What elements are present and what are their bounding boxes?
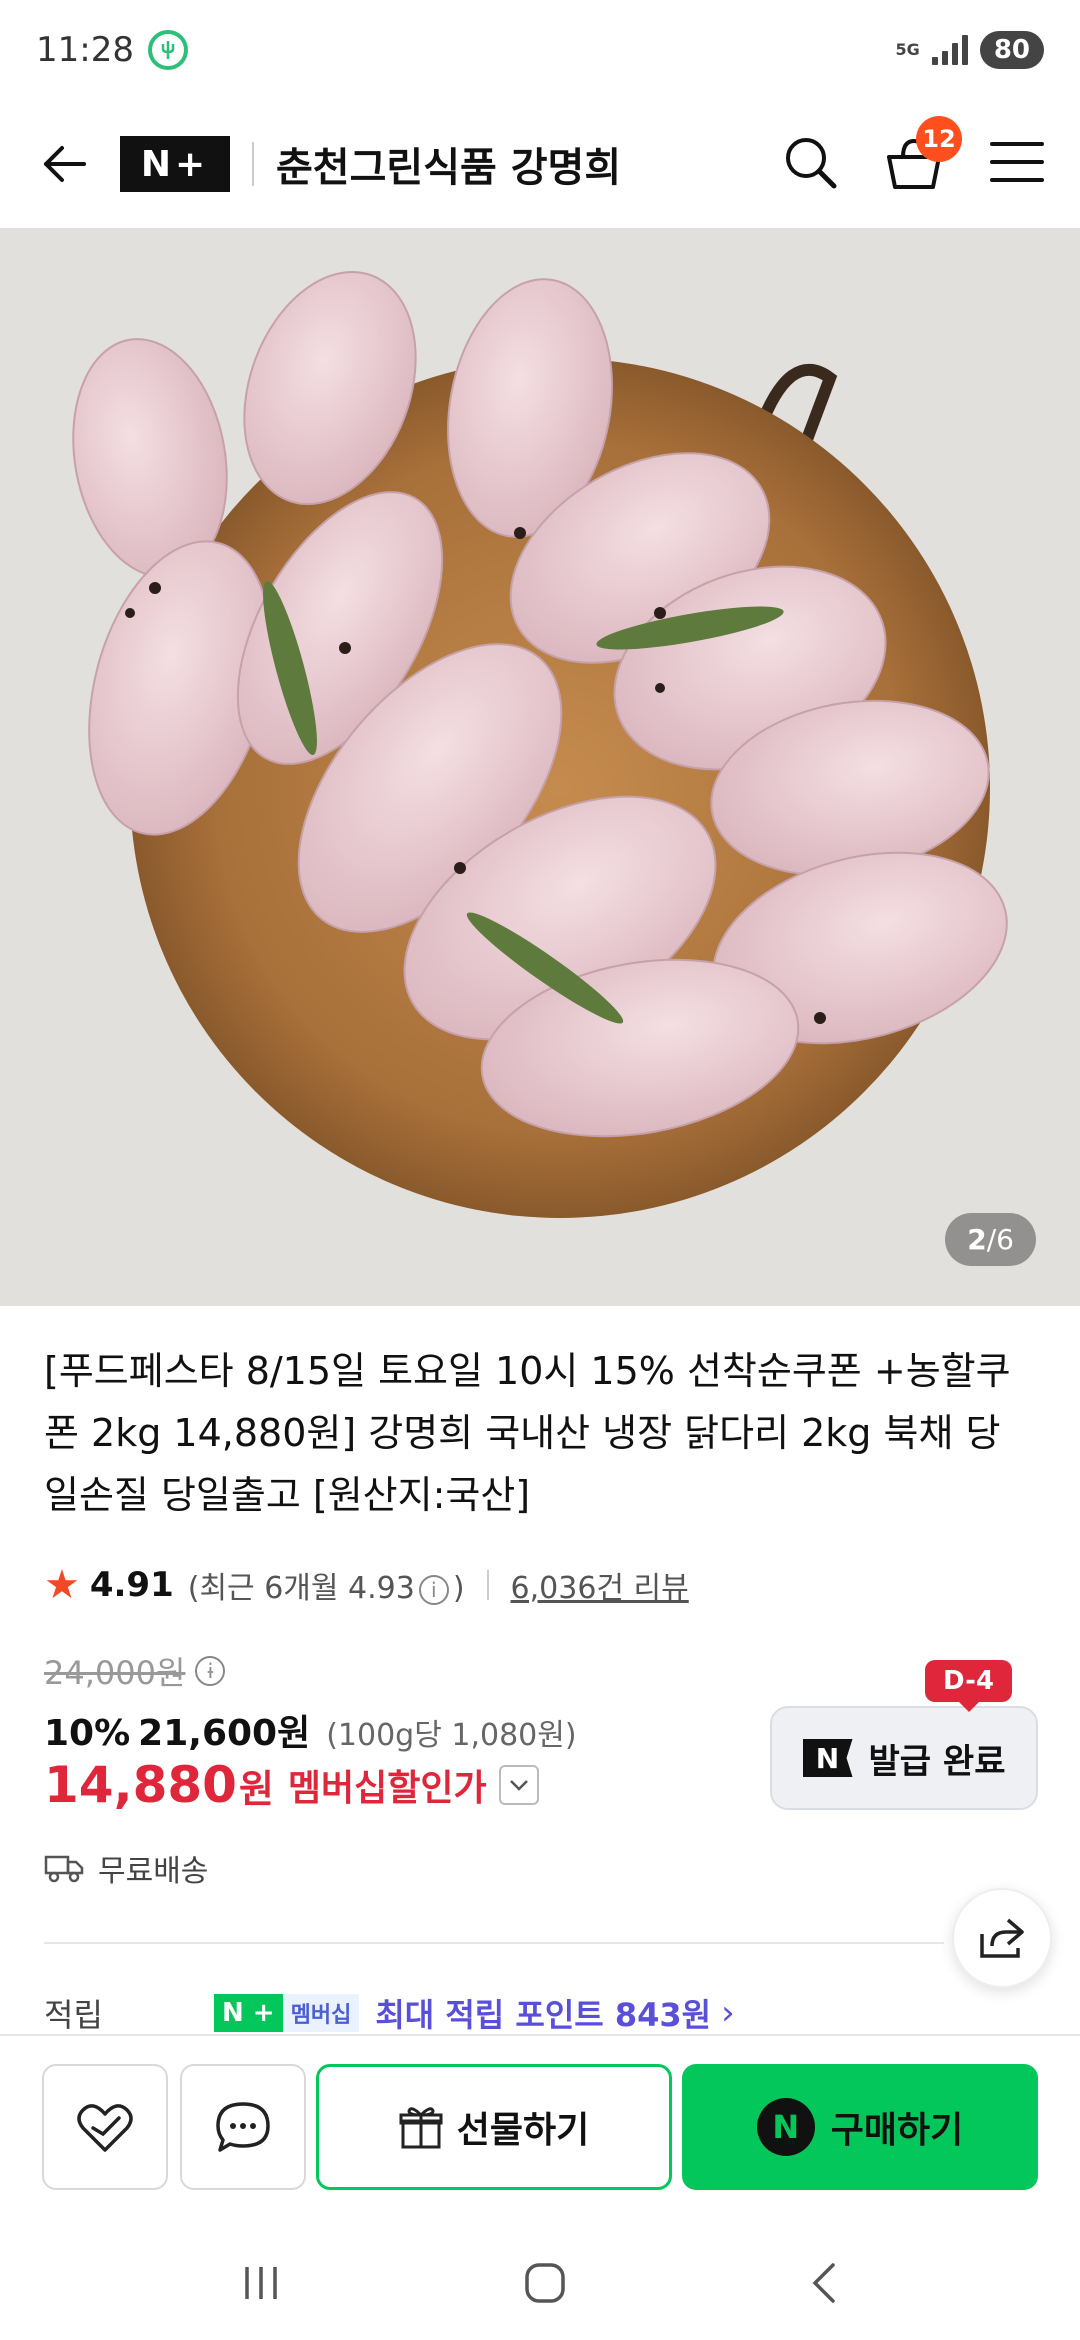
home-icon[interactable] — [523, 2261, 567, 2309]
status-indicators: 5G 80 — [896, 31, 1044, 69]
member-price-label: 멤버십할인가 — [287, 1768, 487, 1809]
chevron-right-icon: › — [721, 1993, 735, 2033]
header-actions: 12 — [782, 116, 1044, 196]
rating-divider — [486, 1570, 489, 1600]
image-counter-total: 6 — [996, 1223, 1014, 1256]
back-arrow-icon[interactable] — [36, 136, 92, 192]
review-count-link[interactable]: 6,036건 리뷰 — [511, 1563, 689, 1607]
gift-button-label: 선물하기 — [456, 2110, 590, 2151]
product-title: [푸드페스타 8/15일 토요일 10시 15% 선착순쿠폰 +농할쿠폰 2kg… — [44, 1349, 1011, 1517]
status-bar: 11:28 5G 80 — [0, 0, 1080, 100]
heart-check-icon — [77, 2104, 133, 2152]
battery-icon: 80 — [979, 31, 1044, 69]
original-price-row: 24,000원 i — [44, 1648, 229, 1694]
bottom-action-bar: 선물하기 N 구매하기 — [0, 2034, 1080, 2230]
star-icon: ★ — [44, 1562, 80, 1608]
gift-button[interactable]: 선물하기 — [316, 2064, 672, 2190]
discount-row: 10% 21,600원 (100g당 1,080원) — [44, 1704, 577, 1756]
image-counter-current: 2 — [967, 1223, 987, 1256]
price-info-icon[interactable]: i — [195, 1656, 226, 1686]
truck-icon — [44, 1855, 84, 1883]
store-name[interactable]: 춘천그린식품 강명희 — [276, 135, 621, 193]
nplus-membership-badge: N + 멤버십 — [214, 1994, 360, 2032]
system-nav-bar — [0, 2230, 1080, 2340]
shipping-label: 무료배송 — [98, 1854, 209, 1889]
info-icon[interactable]: i — [418, 1574, 449, 1605]
menu-icon[interactable] — [990, 140, 1044, 188]
search-icon[interactable] — [782, 134, 838, 194]
original-price: 24,000원 — [44, 1654, 186, 1692]
max-points-text: 최대 적립 포인트 843원 — [375, 1996, 712, 2034]
recent-rating-close: ) — [452, 1571, 465, 1606]
coupon-label: 발급 완료 — [868, 1741, 1006, 1782]
coupon-issued-button[interactable]: D-4 N 발급 완료 — [770, 1660, 1038, 1810]
member-price: 14,880 — [44, 1756, 237, 1814]
naver-coupon-icon: N — [802, 1739, 853, 1777]
nav-back-icon[interactable] — [809, 2261, 839, 2309]
dday-badge: D-4 — [925, 1660, 1012, 1712]
talk-button[interactable] — [180, 2064, 306, 2190]
gift-icon — [399, 2107, 443, 2149]
discount-rate: 10% — [44, 1713, 131, 1754]
share-icon — [980, 1918, 1024, 1958]
cart-count-badge: 12 — [916, 116, 962, 162]
nplus-store-logo[interactable]: N+ — [120, 136, 230, 192]
like-button[interactable] — [42, 2064, 168, 2190]
recent-rating-text: (최근 6개월 4.93 — [187, 1571, 415, 1606]
status-time: 11:28 — [36, 30, 134, 70]
buy-button[interactable]: N 구매하기 — [682, 2064, 1038, 2190]
recent-rating: (최근 6개월 4.93 i) — [188, 1563, 465, 1607]
member-price-row: 14,880 원 멤버십할인가 — [44, 1756, 539, 1814]
cart-button[interactable]: 12 — [882, 116, 962, 196]
chevron-down-icon[interactable] — [498, 1765, 539, 1805]
product-photo — [0, 228, 1080, 1306]
buy-button-label: 구매하기 — [830, 2110, 964, 2151]
points-label: 적립 — [44, 1996, 103, 2034]
network-type: 5G — [895, 40, 920, 59]
section-divider — [44, 1942, 944, 1944]
discount-price: 21,600원 — [138, 1713, 311, 1754]
chat-bubble-icon — [216, 2102, 270, 2152]
member-price-unit: 원 — [238, 1766, 274, 1811]
points-row[interactable]: 적립 N + 멤버십 최대 적립 포인트 843원 › — [44, 1990, 1044, 2036]
rating-score: 4.91 — [89, 1565, 174, 1605]
unit-price: (100g당 1,080원) — [326, 1718, 577, 1753]
rating-row: ★ 4.91 (최근 6개월 4.93 i) 6,036건 리뷰 — [44, 1562, 689, 1608]
recent-apps-icon[interactable] — [241, 2263, 281, 2307]
header-divider — [252, 142, 254, 186]
top-header: N+ 춘천그린식품 강명희 12 — [0, 100, 1080, 228]
signal-icon — [931, 35, 968, 65]
image-counter: 2/6 — [945, 1213, 1036, 1266]
product-image-carousel[interactable]: 2/6 — [0, 228, 1080, 1306]
shipping-row: 무료배송 — [44, 1846, 208, 1890]
share-button[interactable] — [952, 1888, 1052, 1988]
nplus-badge-logo: N + — [214, 1994, 283, 2032]
membership-badge-label: 멤버십 — [282, 1994, 360, 2032]
app-notification-icon — [147, 30, 188, 70]
image-counter-separator: / — [986, 1223, 997, 1256]
naver-pay-icon: N — [756, 2098, 815, 2156]
